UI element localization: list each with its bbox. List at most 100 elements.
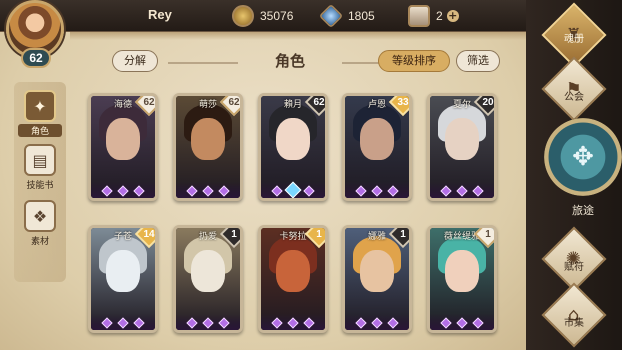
gem-icon [355,185,367,197]
character-card[interactable]: 夏尔 20 [427,93,497,201]
guild-label: 公会 [564,92,584,103]
portrait-face [106,250,140,292]
page-title: 角色 [274,52,305,70]
gold-resource: 35076 [232,4,293,28]
side-item-skill-book[interactable]: ▤ 技能书 [18,144,62,200]
character-card[interactable]: 萌莎 62 [173,93,243,201]
box-amount: 2 [436,9,443,23]
gem-icon [271,317,283,329]
decompose-button[interactable]: 分解 [112,50,158,72]
gem-icon [472,185,484,197]
player-name: Rey [148,7,172,22]
soul-book-label: 魂册 [564,34,584,45]
gem-icon [371,317,383,329]
gem-icon [218,185,230,197]
character-card[interactable]: 扔爱 1 [173,225,243,333]
gem-icon [218,317,230,329]
character-level: 62 [228,97,240,108]
character-card[interactable]: 娜雅 1 [342,225,412,333]
character-card[interactable]: 卡努拉 1 [258,225,328,333]
gem-icon [186,317,198,329]
star-gems [271,317,315,329]
portrait-face [276,118,310,160]
gem-icon [456,317,468,329]
sort-by-level-button[interactable]: 等级排序 [378,50,450,72]
side-nav: ✦ 角色 ▤ 技能书 ❖ 素材 [0,82,66,344]
gold-amount: 35076 [260,9,294,23]
material-icon: ❖ [24,200,56,232]
hero-icon: ✦ [24,90,56,122]
guild-button[interactable]: ⚑ 公会 [541,56,607,126]
gem-icon [440,185,452,197]
gem-icon [101,185,113,197]
portrait-face [276,250,310,292]
gem-icon [287,317,299,329]
character-level: 62 [143,97,155,108]
gem-icon [271,185,283,197]
character-level: 1 [485,229,491,240]
character-level: 1 [316,229,322,240]
portrait-face [360,250,394,292]
side-item-label: 技能书 [26,181,54,191]
crystal-amount: 1805 [348,9,375,23]
star-gems [101,185,145,197]
gem-icon [186,185,198,197]
player-avatar-group[interactable]: 62 [4,0,68,68]
gold-coin-icon [232,5,254,27]
character-level: 62 [313,97,325,108]
gem-icon [133,185,145,197]
gem-icon [387,317,399,329]
gem-icon [202,185,214,197]
add-box-icon[interactable]: + [446,10,459,22]
journey-button[interactable]: ✥ 旅途 [540,118,622,228]
character-card[interactable]: 卢恩 33 [342,93,412,201]
star-gems [186,185,230,197]
gem-icon [387,185,399,197]
side-item-hero[interactable]: ✦ 角色 [18,90,62,146]
character-card[interactable]: 賴月 62 [258,93,328,201]
box-resource: 2 + [408,4,459,28]
title-left-ornament [168,62,238,64]
gem-icon [355,317,367,329]
star-gems [440,317,484,329]
character-level: 14 [143,229,155,240]
side-item-label: 角色 [18,124,62,137]
character-level: 33 [397,97,409,108]
gem-icon [472,317,484,329]
journey-label: 旅途 [572,204,594,217]
box-icon [408,5,430,27]
market-label: 市集 [564,318,584,329]
crystal-resource: 1805 [318,3,375,29]
character-card[interactable]: 海德 62 [88,93,158,201]
character-card[interactable]: 子苍 14 [88,225,158,333]
gem-icon [117,185,129,197]
portrait-face [445,250,479,292]
portrait-face [445,118,479,160]
portrait-face [106,118,140,160]
star-gems [355,317,399,329]
portrait-face [191,250,225,292]
gem-icon [456,185,468,197]
player-level-badge: 62 [21,48,51,68]
star-gems [355,185,399,197]
portrait-face [360,118,394,160]
filter-button[interactable]: 筛选 [456,50,500,72]
star-gems [440,185,484,197]
gem-icon [133,317,145,329]
character-card[interactable]: 薇丝缇雅 1 [427,225,497,333]
star-gems [101,317,145,329]
side-item-label: 素材 [30,237,49,247]
character-level: 1 [231,229,237,240]
gem-icon [440,317,452,329]
market-button[interactable]: ⌂ 市集 [541,282,607,348]
gem-icon [303,185,315,197]
gem-icon [117,317,129,329]
character-level: 20 [482,97,494,108]
gem-icon [371,185,383,197]
side-item-material[interactable]: ❖ 素材 [18,200,62,256]
rune-label: 赋符 [564,262,584,273]
skill-book-icon: ▤ [24,144,56,176]
portrait-face [191,118,225,160]
crystal-icon [318,3,344,29]
star-gems [186,317,230,329]
